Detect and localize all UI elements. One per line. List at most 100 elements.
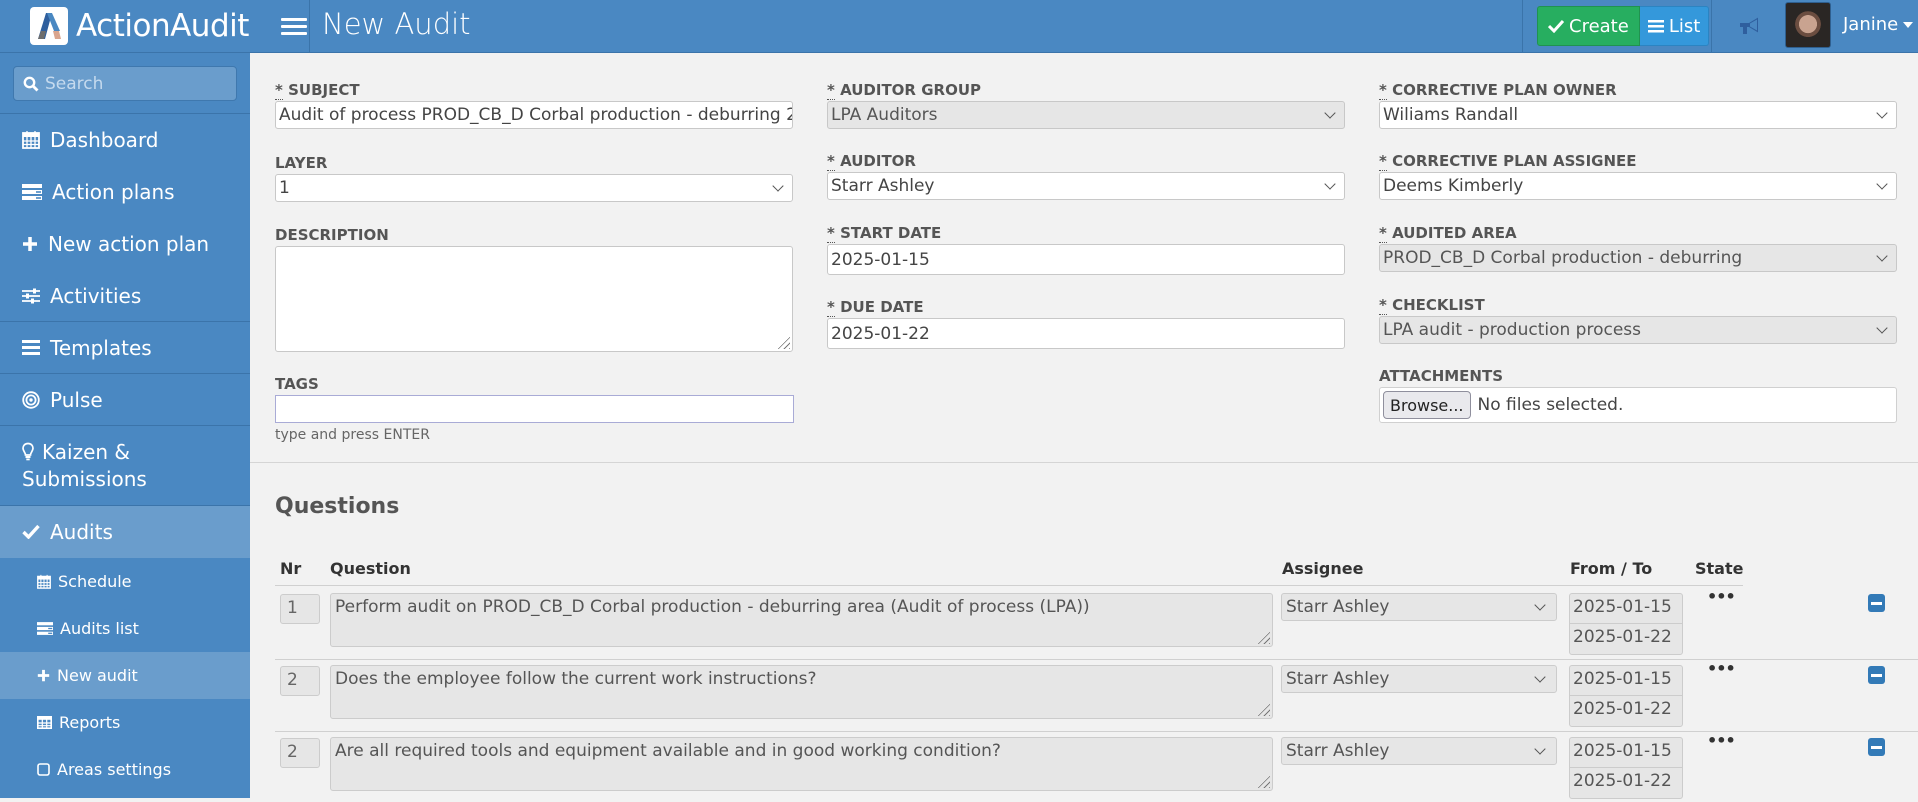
chevron-down-icon xyxy=(1324,106,1336,119)
bullseye-icon xyxy=(22,390,40,409)
sidebar-item-kaizen[interactable]: Kaizen & Submissions xyxy=(0,426,250,506)
remove-question-button[interactable] xyxy=(1868,666,1885,684)
sidebar-item-label: New audit xyxy=(57,666,138,685)
question-to-date[interactable]: 2025-01-22 xyxy=(1570,624,1682,654)
remove-question-button[interactable] xyxy=(1868,594,1885,612)
sidebar-item-label: Templates xyxy=(50,335,152,360)
auditor-group-select[interactable]: LPA Auditors xyxy=(827,101,1345,129)
caret-down-icon xyxy=(1903,21,1914,28)
sidebar-subitem-reports[interactable]: Reports xyxy=(0,699,250,746)
sidebar-subitem-schedule[interactable]: Schedule xyxy=(0,558,250,605)
resize-grip-icon[interactable] xyxy=(1256,774,1270,788)
chevron-down-icon xyxy=(1876,249,1888,262)
sidebar-item-templates[interactable]: Templates xyxy=(0,322,250,374)
question-dates: 2025-01-15 2025-01-22 xyxy=(1569,665,1683,727)
question-assignee-select[interactable]: Starr Ashley xyxy=(1281,737,1557,765)
menu-toggle-icon[interactable] xyxy=(281,12,307,40)
questions-title: Questions xyxy=(275,494,400,519)
start-date-input[interactable]: 2025-01-15 xyxy=(827,244,1345,275)
sidebar-item-pulse[interactable]: Pulse xyxy=(0,374,250,426)
chevron-down-icon xyxy=(1876,321,1888,334)
question-from-date[interactable]: 2025-01-15 xyxy=(1570,738,1682,768)
avatar[interactable] xyxy=(1785,2,1831,48)
sidebar-item-dashboard[interactable]: Dashboard xyxy=(0,114,250,166)
create-button[interactable]: Create xyxy=(1537,6,1640,46)
question-nr-input[interactable]: 2 xyxy=(280,666,320,696)
audited-area-select[interactable]: PROD_CB_D Corbal production - deburring xyxy=(1379,244,1897,272)
brand[interactable]: ActionAudit xyxy=(0,0,310,52)
attachments-file-input[interactable]: Browse... No files selected. xyxy=(1379,387,1897,423)
browse-button[interactable]: Browse... xyxy=(1383,391,1471,419)
sidebar-item-action-plans[interactable]: Action plans xyxy=(0,166,250,218)
plan-assignee-select[interactable]: Deems Kimberly xyxy=(1379,172,1897,200)
checklist-select[interactable]: LPA audit - production process xyxy=(1379,316,1897,344)
chevron-down-icon xyxy=(1534,742,1546,755)
question-from-date[interactable]: 2025-01-15 xyxy=(1570,666,1682,696)
brand-name: ActionAudit xyxy=(76,8,249,44)
resize-grip-icon[interactable] xyxy=(776,335,790,349)
auditor-select[interactable]: Starr Ashley xyxy=(827,172,1345,200)
subject-label: * SUBJECT xyxy=(275,81,360,100)
sidebar-item-new-action-plan[interactable]: New action plan xyxy=(0,218,250,270)
due-date-group: * DUE DATE 2025-01-22 xyxy=(827,298,1345,349)
start-date-label: * START DATE xyxy=(827,224,942,243)
user-name: Janine xyxy=(1843,14,1899,35)
page-title: New Audit xyxy=(322,7,471,41)
list-alt-icon xyxy=(37,622,53,635)
audited-area-group: * AUDITED AREA PROD_CB_D Corbal producti… xyxy=(1379,224,1897,272)
sidebar-item-activities[interactable]: Activities xyxy=(0,270,250,322)
due-date-input[interactable]: 2025-01-22 xyxy=(827,318,1345,349)
check-icon xyxy=(22,524,40,539)
question-textarea[interactable]: Are all required tools and equipment ava… xyxy=(330,737,1273,791)
search-input[interactable]: Search xyxy=(13,66,237,101)
resize-grip-icon[interactable] xyxy=(1256,630,1270,644)
question-assignee-select[interactable]: Starr Ashley xyxy=(1281,593,1557,621)
sidebar-subitem-areas-settings[interactable]: Areas settings xyxy=(0,746,250,793)
chevron-down-icon xyxy=(1876,106,1888,119)
sidebar-item-audits[interactable]: Audits xyxy=(0,506,250,558)
question-to-date[interactable]: 2025-01-22 xyxy=(1570,768,1682,798)
sidebar-item-label: Reports xyxy=(59,713,121,732)
divider xyxy=(1522,0,1523,52)
audited-area-label: * AUDITED AREA xyxy=(1379,224,1517,243)
state-menu-icon[interactable]: ••• xyxy=(1707,659,1736,678)
minus-icon xyxy=(1871,673,1882,677)
subject-input[interactable]: Audit of process PROD_CB_D Corbal produc… xyxy=(275,101,793,129)
question-to-date[interactable]: 2025-01-22 xyxy=(1570,696,1682,726)
list-button[interactable]: List xyxy=(1639,6,1710,46)
tags-input[interactable] xyxy=(275,395,794,423)
description-group: DESCRIPTION xyxy=(275,226,793,352)
question-nr-input[interactable]: 2 xyxy=(280,738,320,768)
checklist-label: * CHECKLIST xyxy=(1379,296,1485,315)
question-assignee-select[interactable]: Starr Ashley xyxy=(1281,665,1557,693)
state-menu-icon[interactable]: ••• xyxy=(1707,587,1736,606)
sidebar-subitem-new-audit[interactable]: New audit xyxy=(0,652,250,699)
megaphone-icon[interactable] xyxy=(1737,14,1763,38)
sidebar-subitem-audits-list[interactable]: Audits list xyxy=(0,605,250,652)
question-textarea[interactable]: Does the employee follow the current wor… xyxy=(330,665,1273,719)
sidebar-item-label: Pulse xyxy=(50,387,103,412)
sidebar-item-label: Dashboard xyxy=(50,127,159,152)
plan-assignee-group: * CORRECTIVE PLAN ASSIGNEE Deems Kimberl… xyxy=(1379,152,1897,200)
sidebar-item-label: Schedule xyxy=(58,572,132,591)
user-menu[interactable]: Janine xyxy=(1843,14,1914,35)
minus-icon xyxy=(1871,745,1882,749)
column-header-assignee: Assignee xyxy=(1282,559,1364,578)
app-logo-icon xyxy=(30,7,68,45)
state-menu-icon[interactable]: ••• xyxy=(1707,731,1736,750)
layer-select[interactable]: 1 xyxy=(275,174,793,202)
plan-owner-label: * CORRECTIVE PLAN OWNER xyxy=(1379,81,1617,100)
question-nr-input[interactable]: 1 xyxy=(280,594,320,624)
table-row: 2 Does the employee follow the current w… xyxy=(275,658,1918,732)
question-textarea[interactable]: Perform audit on PROD_CB_D Corbal produc… xyxy=(330,593,1273,647)
chevron-down-icon xyxy=(1876,177,1888,190)
column-header-from-to: From / To xyxy=(1570,559,1653,578)
resize-grip-icon[interactable] xyxy=(1256,702,1270,716)
description-textarea[interactable] xyxy=(275,246,793,352)
question-from-date[interactable]: 2025-01-15 xyxy=(1570,594,1682,624)
plan-owner-select[interactable]: Wiliams Randall xyxy=(1379,101,1897,129)
plan-owner-group: * CORRECTIVE PLAN OWNER Wiliams Randall xyxy=(1379,81,1897,129)
remove-question-button[interactable] xyxy=(1868,738,1885,756)
auditor-group-group: * AUDITOR GROUP LPA Auditors xyxy=(827,81,1345,129)
layer-group: LAYER 1 xyxy=(275,154,793,202)
